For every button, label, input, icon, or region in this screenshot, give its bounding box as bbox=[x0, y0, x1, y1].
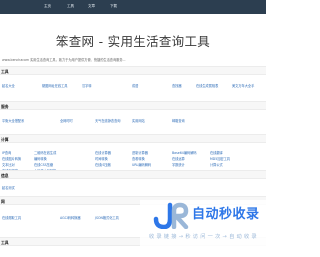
watermark-subtitle: 收 录 链 接 → 秒 访 问 一 次 → 自 动 收 录 bbox=[149, 234, 257, 240]
tool-link[interactable]: 字数统计 bbox=[172, 162, 185, 167]
section-title: 服务 bbox=[1, 104, 9, 109]
tool-link[interactable]: 起名测试 bbox=[2, 185, 15, 190]
tool-link[interactable]: 查找器 bbox=[172, 83, 182, 88]
tool-link[interactable]: 在线JS压缩 bbox=[95, 162, 111, 167]
tool-link[interactable]: 在线图片转换 bbox=[2, 156, 21, 161]
watermark-title: 自动秒收录 bbox=[192, 207, 260, 222]
section-header: 工具 bbox=[0, 66, 266, 75]
section-header: 信息 bbox=[0, 170, 266, 179]
top-nav-bar: 主页 工具 文章 下载 bbox=[0, 0, 266, 14]
nav-home[interactable]: 主页 bbox=[44, 4, 51, 9]
tool-link[interactable]: 在线计算器 bbox=[95, 150, 111, 155]
tool-link[interactable]: 编码转换 bbox=[34, 156, 47, 161]
tool-link[interactable]: 二维码在线生成 bbox=[34, 150, 56, 155]
tool-link[interactable]: JSON格式化工具 bbox=[95, 215, 119, 220]
tool-link[interactable]: 平衡大全搭配系 bbox=[2, 118, 24, 123]
tool-link[interactable]: IP查询 bbox=[2, 150, 11, 155]
intro-text: www.benchacom 实用生活查询工具，致力于为用户提供方便、快捷的生活查… bbox=[2, 58, 126, 62]
nav-downloads[interactable]: 下载 bbox=[110, 4, 117, 9]
tool-link[interactable]: 查看转换 bbox=[132, 156, 145, 161]
tool-link[interactable]: 美文万年大全手 bbox=[232, 83, 254, 88]
page-title: 笨查网 - 实用生活查询工具 bbox=[55, 34, 211, 49]
section-header: 计算 bbox=[0, 134, 266, 143]
tool-link[interactable]: 邮箱查询 bbox=[172, 118, 185, 123]
tool-link[interactable]: 计算公式 bbox=[210, 162, 223, 167]
nav-articles[interactable]: 文章 bbox=[88, 4, 95, 9]
section-title: 信息 bbox=[1, 173, 9, 178]
tool-link[interactable]: 进制计算器 bbox=[132, 150, 148, 155]
section-header: 服务 bbox=[0, 101, 266, 110]
tool-link[interactable]: Base64编码解码 bbox=[172, 150, 197, 155]
tool-link[interactable]: 全网时时 bbox=[60, 118, 73, 123]
tool-link[interactable]: 在线运算 bbox=[172, 156, 185, 161]
tool-link[interactable]: 成语 bbox=[132, 83, 138, 88]
tool-link[interactable]: 在线翻译 bbox=[210, 150, 223, 155]
tool-link[interactable]: 文本比对 bbox=[2, 162, 15, 167]
section-title: 网 bbox=[1, 199, 5, 204]
section-title: 工具 bbox=[1, 69, 9, 74]
tool-link[interactable]: 在线生成属相表 bbox=[196, 83, 218, 88]
tool-link[interactable]: 时间转换 bbox=[95, 156, 108, 161]
jr-logo-icon bbox=[153, 202, 189, 229]
tool-link[interactable]: 起名大全 bbox=[2, 83, 15, 88]
tool-link[interactable]: 在线CSS压缩 bbox=[34, 162, 53, 167]
tool-link[interactable]: 汉字转 bbox=[82, 83, 92, 88]
tool-link[interactable]: 实用网站 bbox=[132, 118, 145, 123]
section-title: 计算 bbox=[1, 137, 9, 142]
section-title: 工具 bbox=[1, 240, 9, 245]
tool-link[interactable]: 天气在线静态查询 bbox=[95, 118, 121, 123]
tool-link[interactable]: 梗图网址在线工具 bbox=[42, 83, 68, 88]
tool-link[interactable]: MD5加密工具 bbox=[210, 156, 230, 161]
nav-tools[interactable]: 工具 bbox=[67, 4, 74, 9]
tool-link[interactable]: URL编码解码 bbox=[132, 162, 151, 167]
tool-link[interactable]: AGCI码转换器 bbox=[60, 215, 81, 220]
tool-link[interactable]: 在线爬取工具 bbox=[2, 215, 21, 220]
